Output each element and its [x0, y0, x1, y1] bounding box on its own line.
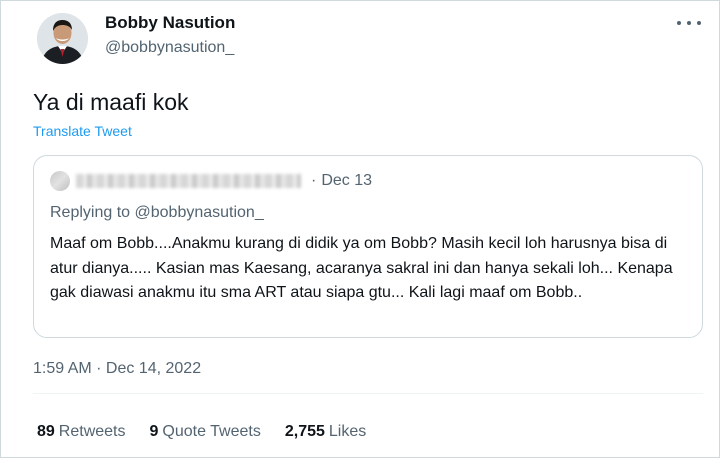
more-dot — [697, 21, 701, 25]
quote-date: Dec 13 — [321, 172, 373, 189]
avatar-image — [37, 13, 88, 64]
divider-top — [33, 393, 703, 394]
quoted-tweet[interactable]: · Dec 13 Replying to @bobbynasution_ Maa… — [33, 155, 703, 338]
quote-author-name-blurred — [76, 174, 301, 188]
retweets-stat[interactable]: 89 Retweets — [37, 422, 126, 442]
likes-stat[interactable]: 2,755 Likes — [285, 422, 366, 442]
tweet-card: Bobby Nasution @bobbynasution_ Ya di maa… — [0, 0, 720, 458]
more-dot — [677, 21, 681, 25]
quote-author-row: · Dec 13 — [50, 171, 372, 191]
quote-tweets-label: Quote Tweets — [162, 423, 261, 440]
author-handle[interactable]: @bobbynasution_ — [105, 38, 234, 58]
more-horizontal-icon[interactable] — [677, 15, 701, 31]
quote-tweets-count: 9 — [149, 423, 159, 440]
tweet-stats: 89 Retweets 9 Quote Tweets 2,755 Likes — [37, 422, 390, 442]
quote-text: Maaf om Bobb....Anakmu kurang di didik y… — [50, 235, 673, 301]
retweets-count: 89 — [37, 423, 55, 440]
tweet-timestamp[interactable]: 1:59 AM · Dec 14, 2022 — [33, 359, 201, 379]
likes-count: 2,755 — [284, 423, 325, 440]
more-dot — [687, 21, 691, 25]
quote-replying-to: Replying to @bobbynasution_ — [50, 203, 264, 223]
quote-tweets-stat[interactable]: 9 Quote Tweets — [150, 422, 261, 442]
author-avatar[interactable] — [37, 13, 88, 64]
tweet-text: Ya di maafi kok — [33, 89, 189, 115]
replying-prefix: Replying to — [50, 204, 131, 221]
author-name[interactable]: Bobby Nasution — [105, 13, 235, 33]
translate-tweet-link[interactable]: Translate Tweet — [33, 122, 132, 140]
quote-date-separator: · — [311, 172, 317, 189]
quote-author-avatar-blurred — [50, 171, 70, 191]
replying-handle[interactable]: @bobbynasution_ — [135, 204, 264, 221]
likes-label: Likes — [328, 423, 367, 440]
retweets-label: Retweets — [58, 423, 126, 440]
